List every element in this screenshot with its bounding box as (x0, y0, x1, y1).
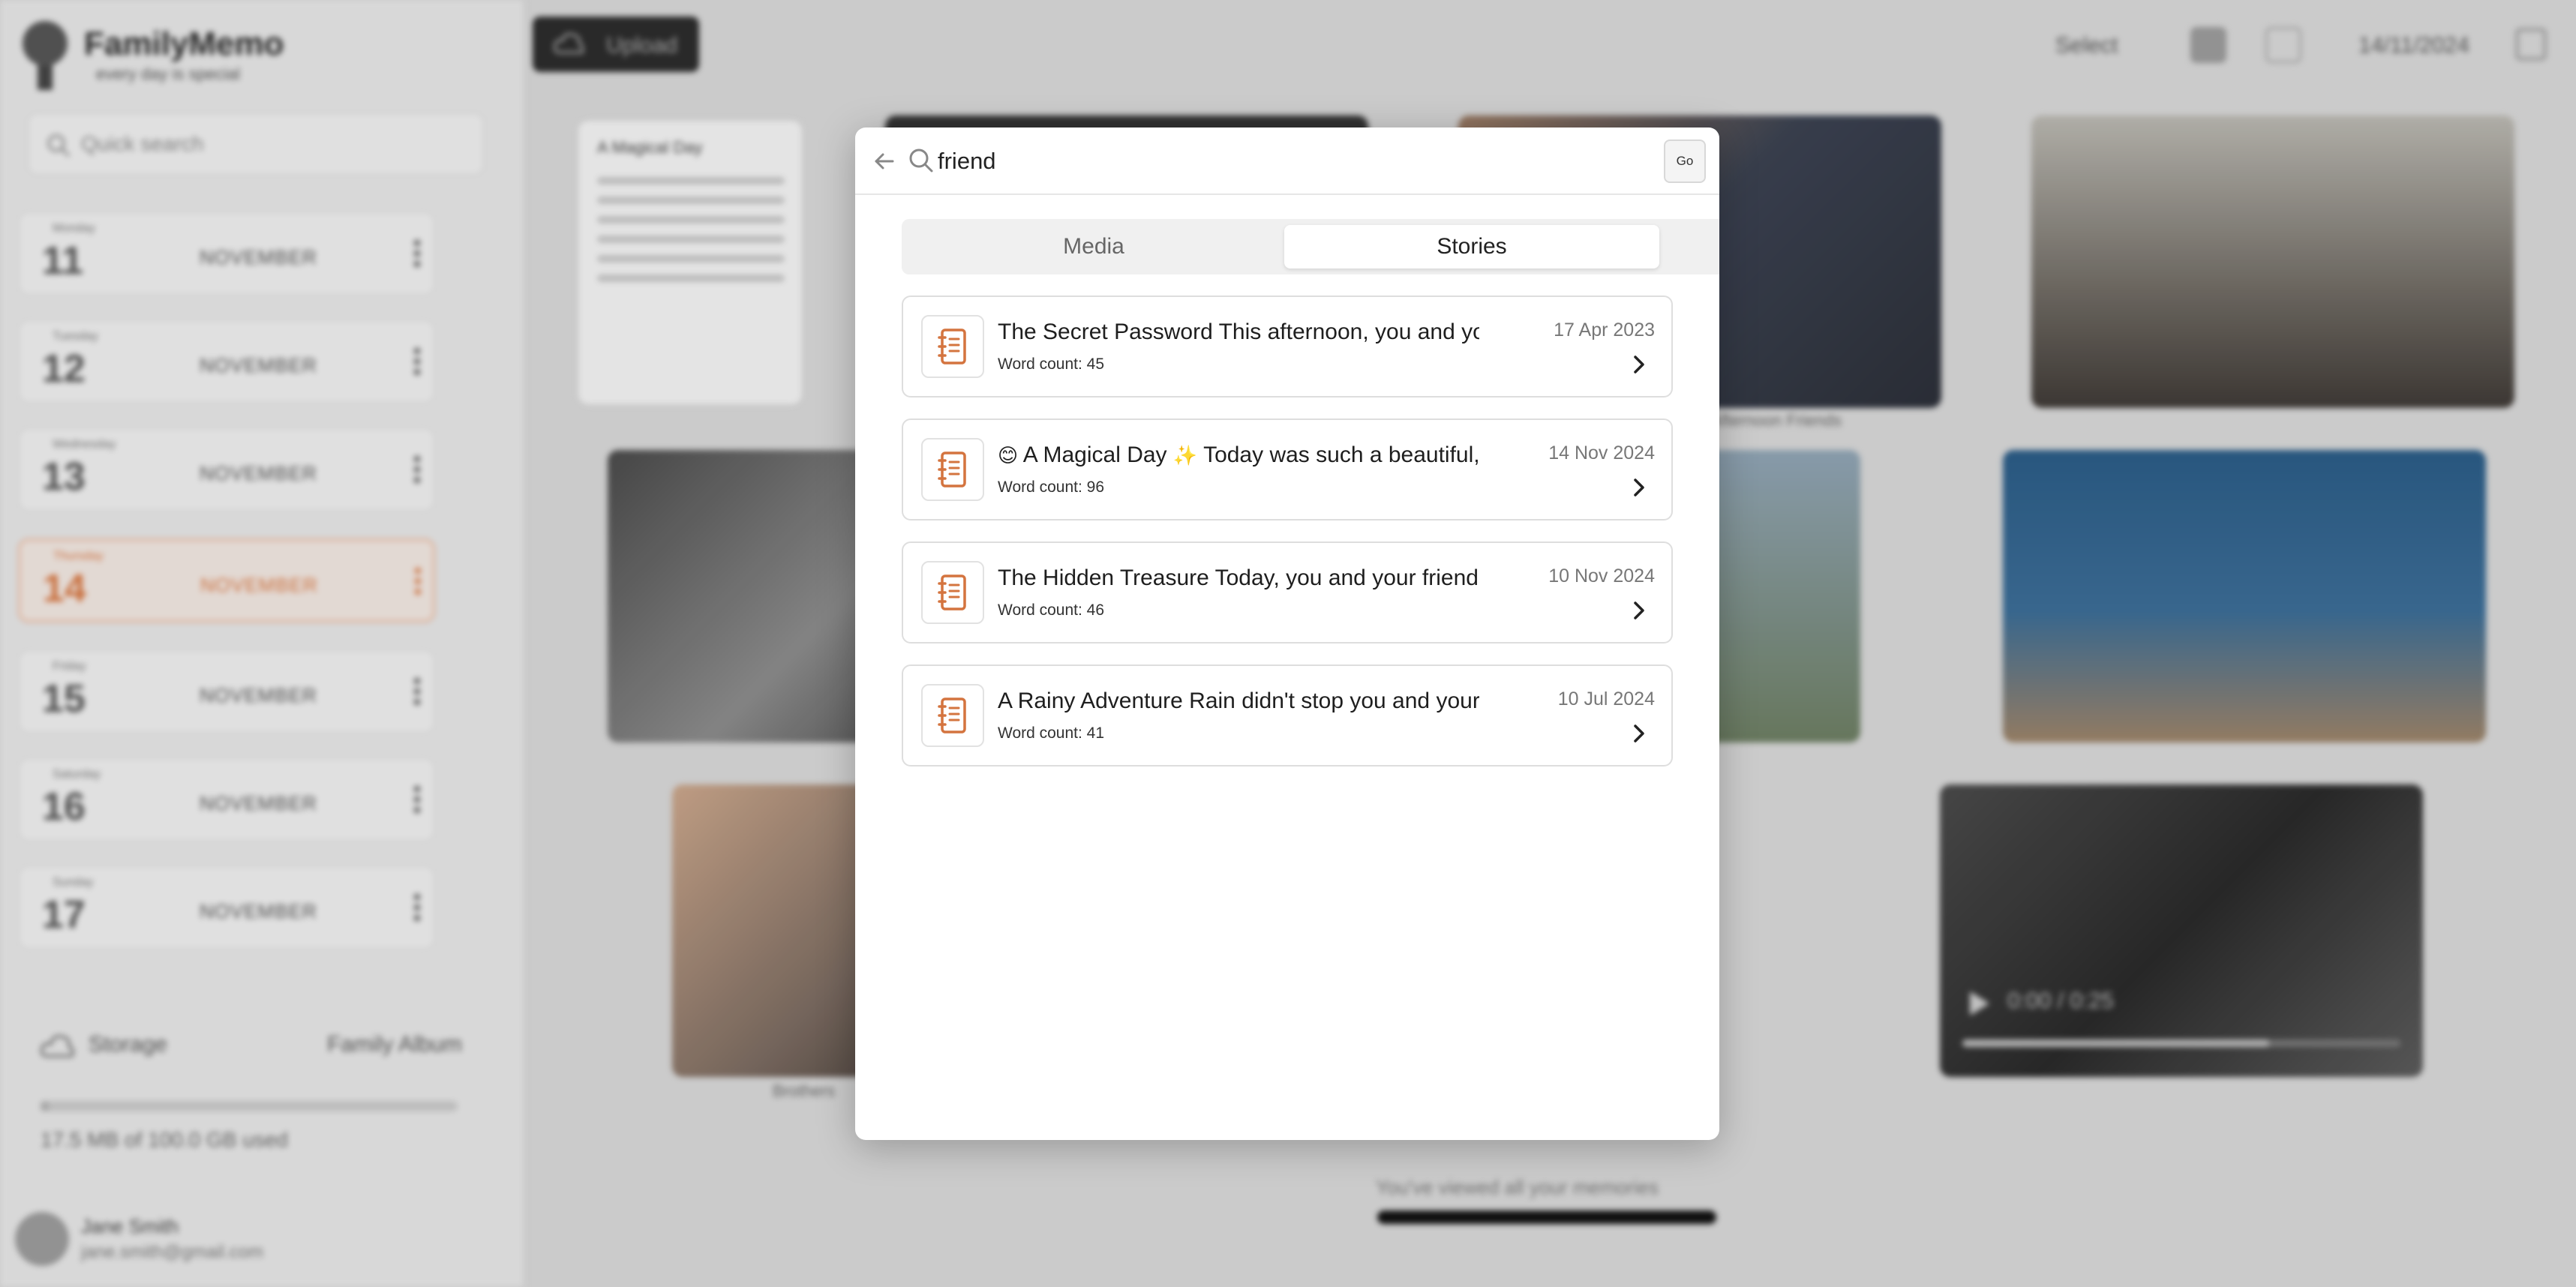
story-date: 10 Nov 2024 (1548, 566, 1655, 586)
notebook-icon (921, 315, 984, 378)
story-title: A Rainy Adventure Rain didn't stop you a… (998, 688, 1479, 713)
search-modal: Go Media Stories The Secret Password Thi… (855, 128, 1719, 1140)
story-result[interactable]: A Rainy Adventure Rain didn't stop you a… (902, 664, 1673, 766)
tab-media[interactable]: Media (908, 225, 1280, 268)
chevron-right-icon[interactable] (1629, 476, 1649, 500)
story-title: The Secret Password This afternoon, you … (998, 320, 1479, 344)
tab-stories[interactable]: Stories (1284, 225, 1659, 268)
go-button[interactable]: Go (1664, 140, 1706, 183)
story-date: 17 Apr 2023 (1554, 320, 1655, 340)
search-icon (909, 148, 933, 172)
word-count: Word count: 41 (998, 724, 1105, 742)
search-header: Go (855, 128, 1719, 195)
search-input[interactable] (938, 140, 1583, 183)
notebook-icon (921, 438, 984, 501)
story-date: 14 Nov 2024 (1548, 442, 1655, 464)
word-count: Word count: 46 (998, 602, 1105, 619)
story-result[interactable]: The Hidden Treasure Today, you and your … (902, 542, 1673, 644)
story-date: 10 Jul 2024 (1557, 688, 1655, 710)
notebook-icon (921, 684, 984, 747)
smile-emoji-icon: 😊 (998, 444, 1019, 466)
sparkles-emoji-icon: ✨ (1172, 444, 1198, 466)
story-title-part: A Magical Day (1022, 442, 1167, 467)
search-results: The Secret Password This afternoon, you … (902, 296, 1673, 788)
story-result[interactable]: The Secret Password This afternoon, you … (902, 296, 1673, 398)
story-title: 😊 A Magical Day ✨ Today was such a beaut… (998, 442, 1479, 468)
story-title-part: Today was such a beautiful, s (1203, 442, 1479, 467)
chevron-right-icon[interactable] (1629, 722, 1649, 746)
word-count: Word count: 96 (998, 478, 1105, 496)
story-title: The Hidden Treasure Today, you and your … (998, 566, 1479, 590)
chevron-right-icon[interactable] (1629, 598, 1649, 622)
arrow-left-icon[interactable] (867, 144, 902, 178)
story-result[interactable]: 😊 A Magical Day ✨ Today was such a beaut… (902, 418, 1673, 520)
word-count: Word count: 45 (998, 356, 1105, 373)
notebook-icon (921, 561, 984, 624)
search-tabs: Media Stories (902, 219, 1719, 274)
chevron-right-icon[interactable] (1629, 352, 1649, 376)
